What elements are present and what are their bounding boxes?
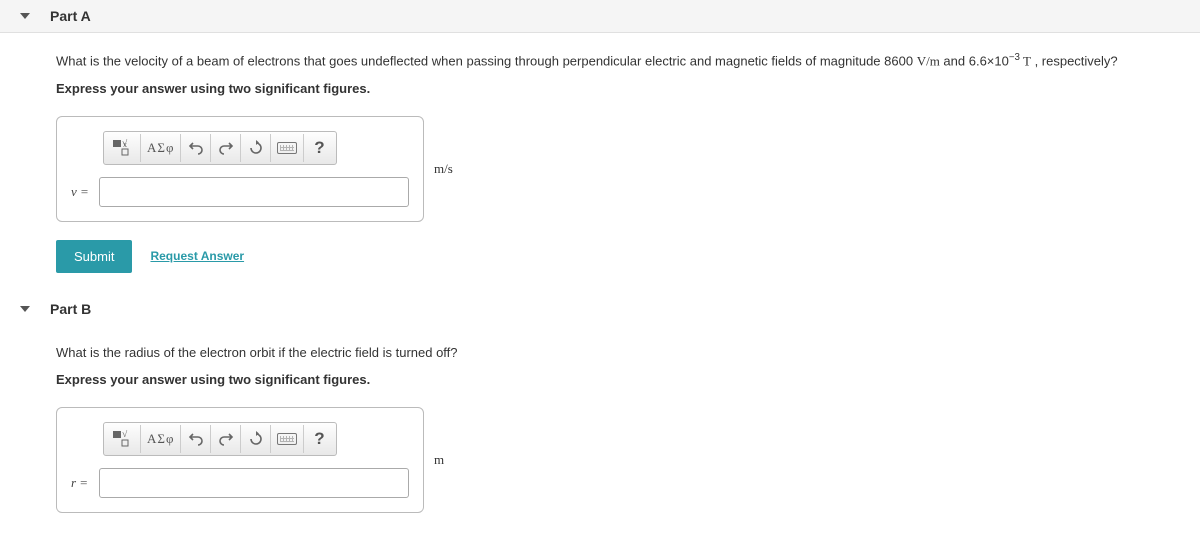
caret-down-icon xyxy=(20,13,30,19)
submit-button[interactable]: Submit xyxy=(56,240,132,273)
part-a-header[interactable]: Part A xyxy=(0,0,1200,33)
greek-symbols-button[interactable]: ΑΣφ xyxy=(141,134,181,162)
equation-toolbar: x√ ΑΣφ ? xyxy=(103,131,337,165)
reset-icon[interactable] xyxy=(241,425,271,453)
keyboard-icon[interactable] xyxy=(271,134,304,162)
part-b-header[interactable]: Part B xyxy=(0,293,1200,325)
part-a-answer-box: x√ ΑΣφ ? v = xyxy=(56,116,424,222)
redo-icon[interactable] xyxy=(211,425,241,453)
part-a-body: What is the velocity of a beam of electr… xyxy=(0,33,1200,293)
part-a-unit: m/s xyxy=(434,161,453,177)
part-a-title: Part A xyxy=(50,8,91,24)
part-b-unit: m xyxy=(434,452,444,468)
part-b-input[interactable] xyxy=(99,468,409,498)
keyboard-icon[interactable] xyxy=(271,425,304,453)
part-a-instruction: Express your answer using two significan… xyxy=(56,81,1144,96)
equation-toolbar: √ ΑΣφ ? xyxy=(103,422,337,456)
part-b-body: What is the radius of the electron orbit… xyxy=(0,325,1200,534)
templates-icon[interactable]: x√ xyxy=(106,134,141,162)
part-b-title: Part B xyxy=(50,301,91,317)
undo-icon[interactable] xyxy=(181,425,211,453)
part-a-input[interactable] xyxy=(99,177,409,207)
request-answer-link[interactable]: Request Answer xyxy=(150,249,244,263)
greek-symbols-button[interactable]: ΑΣφ xyxy=(141,425,181,453)
svg-text:√: √ xyxy=(122,430,128,440)
reset-icon[interactable] xyxy=(241,134,271,162)
svg-text:√: √ xyxy=(122,139,128,149)
undo-icon[interactable] xyxy=(181,134,211,162)
part-a-question: What is the velocity of a beam of electr… xyxy=(56,51,1144,71)
part-b-answer-box: √ ΑΣφ ? r = xyxy=(56,407,424,513)
templates-icon[interactable]: √ xyxy=(106,425,141,453)
help-icon[interactable]: ? xyxy=(304,425,334,453)
caret-down-icon xyxy=(20,306,30,312)
help-icon[interactable]: ? xyxy=(304,134,334,162)
part-b-question: What is the radius of the electron orbit… xyxy=(56,343,1144,363)
redo-icon[interactable] xyxy=(211,134,241,162)
part-b-instruction: Express your answer using two significan… xyxy=(56,372,1144,387)
part-b-variable: r = xyxy=(71,475,93,491)
part-a-variable: v = xyxy=(71,184,93,200)
